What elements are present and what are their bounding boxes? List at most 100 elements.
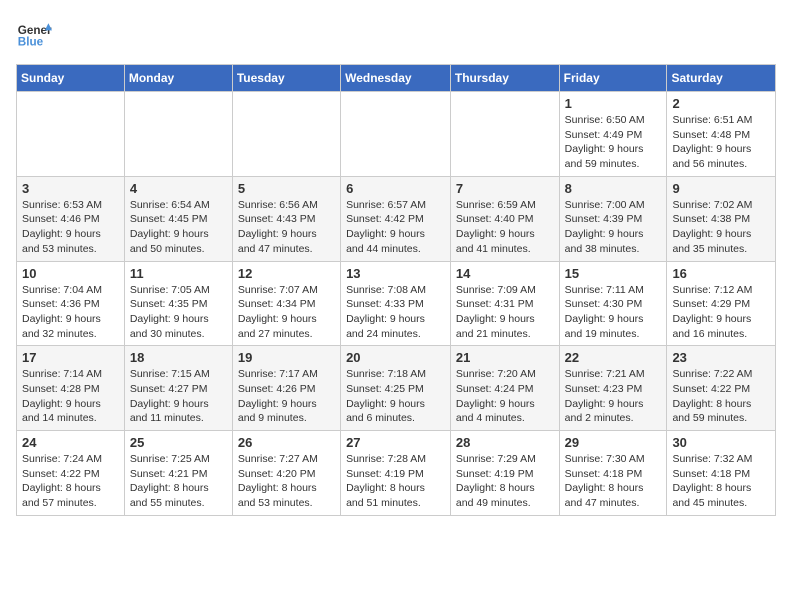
day-info: Sunrise: 7:04 AM Sunset: 4:36 PM Dayligh… (22, 283, 119, 342)
calendar-cell: 23 Sunrise: 7:22 AM Sunset: 4:22 PM Dayli… (667, 346, 776, 431)
weekday-header: Thursday (450, 65, 559, 92)
day-number: 15 (565, 266, 662, 281)
day-number: 4 (130, 181, 227, 196)
calendar-cell: 1 Sunrise: 6:50 AM Sunset: 4:49 PM Daylig… (559, 92, 667, 177)
calendar-cell: 15Sunrise: 7:11 AM Sunset: 4:30 PM Dayli… (559, 261, 667, 346)
calendar-cell (232, 92, 340, 177)
day-info: Sunrise: 7:28 AM Sunset: 4:19 PM Dayligh… (346, 452, 445, 511)
day-info: Sunrise: 7:22 AM Sunset: 4:22 PM Dayligh… (672, 367, 770, 426)
calendar-cell: 10 Sunrise: 7:04 AM Sunset: 4:36 PM Dayli… (17, 261, 125, 346)
day-number: 2 (672, 96, 770, 111)
day-info: Sunrise: 7:14 AM Sunset: 4:28 PM Dayligh… (22, 367, 119, 426)
day-info: Sunrise: 6:54 AM Sunset: 4:45 PM Dayligh… (130, 198, 227, 257)
day-number: 12 (238, 266, 335, 281)
calendar-cell: 21 Sunrise: 7:20 AM Sunset: 4:24 PM Dayli… (450, 346, 559, 431)
weekday-header: Friday (559, 65, 667, 92)
day-info: Sunrise: 7:17 AM Sunset: 4:26 PM Dayligh… (238, 367, 335, 426)
day-info: Sunrise: 7:25 AM Sunset: 4:21 PM Dayligh… (130, 452, 227, 511)
calendar-week-row: 1 Sunrise: 6:50 AM Sunset: 4:49 PM Daylig… (17, 92, 776, 177)
day-info: Sunrise: 7:08 AM Sunset: 4:33 PM Dayligh… (346, 283, 445, 342)
day-number: 6 (346, 181, 445, 196)
day-info: Sunrise: 7:29 AM Sunset: 4:19 PM Dayligh… (456, 452, 554, 511)
calendar-week-row: 10 Sunrise: 7:04 AM Sunset: 4:36 PM Dayli… (17, 261, 776, 346)
calendar-cell: 4 Sunrise: 6:54 AM Sunset: 4:45 PM Daylig… (124, 176, 232, 261)
calendar-cell: 2 Sunrise: 6:51 AM Sunset: 4:48 PM Daylig… (667, 92, 776, 177)
calendar-cell (17, 92, 125, 177)
day-number: 14 (456, 266, 554, 281)
calendar-cell: 26Sunrise: 7:27 AM Sunset: 4:20 PM Dayli… (232, 431, 340, 516)
day-number: 20 (346, 350, 445, 365)
weekday-header: Tuesday (232, 65, 340, 92)
weekday-header: Wednesday (341, 65, 451, 92)
day-info: Sunrise: 7:15 AM Sunset: 4:27 PM Dayligh… (130, 367, 227, 426)
weekday-header: Saturday (667, 65, 776, 92)
day-number: 16 (672, 266, 770, 281)
day-info: Sunrise: 7:20 AM Sunset: 4:24 PM Dayligh… (456, 367, 554, 426)
day-number: 1 (565, 96, 662, 111)
day-info: Sunrise: 7:21 AM Sunset: 4:23 PM Dayligh… (565, 367, 662, 426)
day-number: 30 (672, 435, 770, 450)
calendar-cell: 12 Sunrise: 7:07 AM Sunset: 4:34 PM Dayli… (232, 261, 340, 346)
calendar-cell: 3 Sunrise: 6:53 AM Sunset: 4:46 PM Daylig… (17, 176, 125, 261)
day-number: 26 (238, 435, 335, 450)
calendar-cell: 8 Sunrise: 7:00 AM Sunset: 4:39 PM Daylig… (559, 176, 667, 261)
calendar-cell (450, 92, 559, 177)
day-info: Sunrise: 6:51 AM Sunset: 4:48 PM Dayligh… (672, 113, 770, 172)
day-number: 24 (22, 435, 119, 450)
calendar-cell: 20 Sunrise: 7:18 AM Sunset: 4:25 PM Dayli… (341, 346, 451, 431)
day-info: Sunrise: 7:00 AM Sunset: 4:39 PM Dayligh… (565, 198, 662, 257)
calendar-cell: 19 Sunrise: 7:17 AM Sunset: 4:26 PM Dayli… (232, 346, 340, 431)
day-info: Sunrise: 6:59 AM Sunset: 4:40 PM Dayligh… (456, 198, 554, 257)
calendar-cell: 16Sunrise: 7:12 AM Sunset: 4:29 PM Dayli… (667, 261, 776, 346)
weekday-header: Monday (124, 65, 232, 92)
day-info: Sunrise: 7:18 AM Sunset: 4:25 PM Dayligh… (346, 367, 445, 426)
day-number: 10 (22, 266, 119, 281)
day-number: 17 (22, 350, 119, 365)
calendar-cell: 17 Sunrise: 7:14 AM Sunset: 4:28 PM Dayli… (17, 346, 125, 431)
day-number: 28 (456, 435, 554, 450)
calendar-cell: 5 Sunrise: 6:56 AM Sunset: 4:43 PM Daylig… (232, 176, 340, 261)
day-info: Sunrise: 7:32 AM Sunset: 4:18 PM Dayligh… (672, 452, 770, 511)
calendar-cell: 27Sunrise: 7:28 AM Sunset: 4:19 PM Dayli… (341, 431, 451, 516)
header: General Blue (16, 16, 776, 52)
day-info: Sunrise: 6:50 AM Sunset: 4:49 PM Dayligh… (565, 113, 662, 172)
calendar-cell (124, 92, 232, 177)
svg-text:Blue: Blue (18, 36, 44, 49)
day-number: 21 (456, 350, 554, 365)
calendar-cell: 11 Sunrise: 7:05 AM Sunset: 4:35 PM Dayli… (124, 261, 232, 346)
day-info: Sunrise: 6:56 AM Sunset: 4:43 PM Dayligh… (238, 198, 335, 257)
day-info: Sunrise: 7:07 AM Sunset: 4:34 PM Dayligh… (238, 283, 335, 342)
calendar-header-row: SundayMondayTuesdayWednesdayThursdayFrid… (17, 65, 776, 92)
calendar-cell: 29Sunrise: 7:30 AM Sunset: 4:18 PM Dayli… (559, 431, 667, 516)
day-number: 18 (130, 350, 227, 365)
day-number: 9 (672, 181, 770, 196)
calendar-cell (341, 92, 451, 177)
calendar-cell: 13Sunrise: 7:08 AM Sunset: 4:33 PM Dayli… (341, 261, 451, 346)
day-number: 8 (565, 181, 662, 196)
calendar-cell: 9 Sunrise: 7:02 AM Sunset: 4:38 PM Daylig… (667, 176, 776, 261)
calendar-week-row: 17 Sunrise: 7:14 AM Sunset: 4:28 PM Dayli… (17, 346, 776, 431)
day-info: Sunrise: 7:30 AM Sunset: 4:18 PM Dayligh… (565, 452, 662, 511)
calendar-cell: 24 Sunrise: 7:24 AM Sunset: 4:22 PM Dayli… (17, 431, 125, 516)
calendar-cell: 6 Sunrise: 6:57 AM Sunset: 4:42 PM Daylig… (341, 176, 451, 261)
day-info: Sunrise: 7:09 AM Sunset: 4:31 PM Dayligh… (456, 283, 554, 342)
day-number: 25 (130, 435, 227, 450)
day-number: 3 (22, 181, 119, 196)
calendar-week-row: 3 Sunrise: 6:53 AM Sunset: 4:46 PM Daylig… (17, 176, 776, 261)
day-info: Sunrise: 7:02 AM Sunset: 4:38 PM Dayligh… (672, 198, 770, 257)
calendar-table: SundayMondayTuesdayWednesdayThursdayFrid… (16, 64, 776, 516)
calendar-cell: 7Sunrise: 6:59 AM Sunset: 4:40 PM Daylig… (450, 176, 559, 261)
day-info: Sunrise: 6:53 AM Sunset: 4:46 PM Dayligh… (22, 198, 119, 257)
day-info: Sunrise: 7:24 AM Sunset: 4:22 PM Dayligh… (22, 452, 119, 511)
calendar-cell: 28 Sunrise: 7:29 AM Sunset: 4:19 PM Dayli… (450, 431, 559, 516)
day-info: Sunrise: 6:57 AM Sunset: 4:42 PM Dayligh… (346, 198, 445, 257)
day-number: 11 (130, 266, 227, 281)
day-number: 19 (238, 350, 335, 365)
calendar-cell: 14 Sunrise: 7:09 AM Sunset: 4:31 PM Dayli… (450, 261, 559, 346)
day-number: 23 (672, 350, 770, 365)
logo: General Blue (16, 16, 52, 52)
day-number: 5 (238, 181, 335, 196)
weekday-header: Sunday (17, 65, 125, 92)
day-info: Sunrise: 7:05 AM Sunset: 4:35 PM Dayligh… (130, 283, 227, 342)
calendar-week-row: 24 Sunrise: 7:24 AM Sunset: 4:22 PM Dayli… (17, 431, 776, 516)
